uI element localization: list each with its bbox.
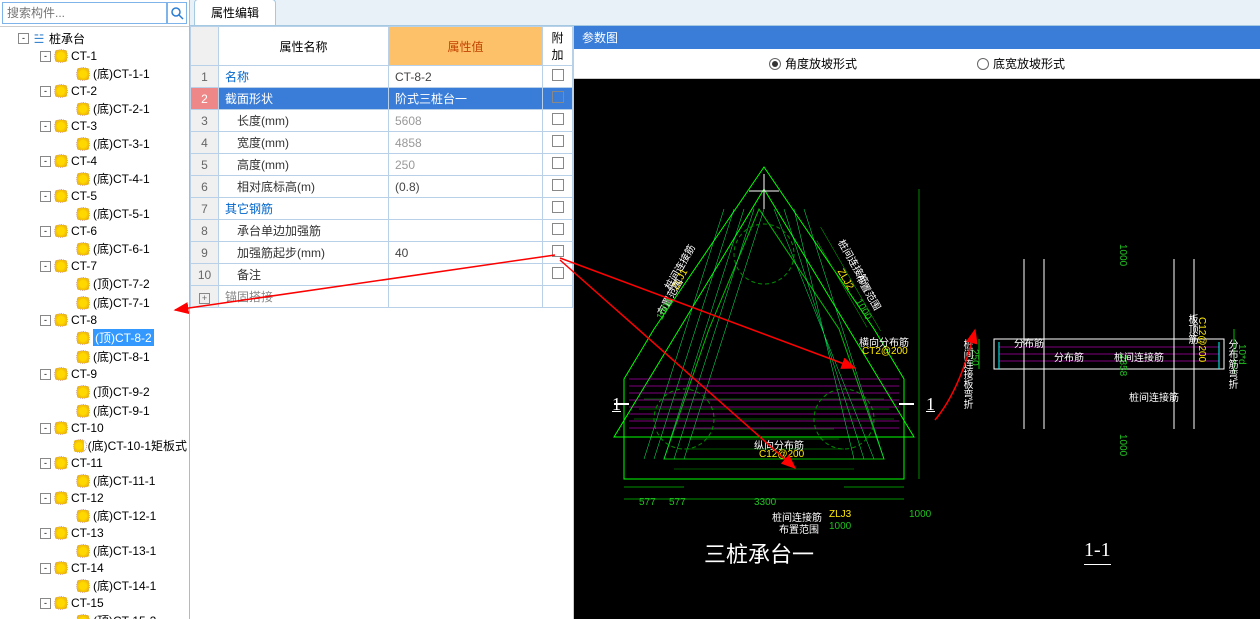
search-bar: [0, 0, 189, 27]
tree-root[interactable]: -☱桩承台: [2, 29, 187, 48]
tree-leaf[interactable]: (顶)CT-9-2: [2, 382, 187, 401]
tree-item[interactable]: -CT-14: [2, 560, 187, 576]
tree-item[interactable]: -CT-11: [2, 455, 187, 471]
diagram-header: 参数图: [574, 26, 1260, 49]
diagram-title-section: 1-1: [1084, 539, 1111, 565]
tree-leaf[interactable]: (底)CT-3-1: [2, 134, 187, 153]
tree-leaf[interactable]: (底)CT-14-1: [2, 576, 187, 595]
tree-item[interactable]: -CT-5: [2, 188, 187, 204]
tree-item[interactable]: -CT-7: [2, 258, 187, 274]
tab-bar: 属性编辑: [190, 0, 1260, 26]
grid-row[interactable]: +锚固搭接: [191, 286, 573, 308]
dim-1000: 1000: [1117, 434, 1128, 456]
radio-bottom-slope[interactable]: 底宽放坡形式: [977, 55, 1065, 72]
tree-item[interactable]: -CT-13: [2, 525, 187, 541]
label-c12-200: C12@200: [759, 449, 804, 460]
tree-item[interactable]: -CT-4: [2, 153, 187, 169]
dim-3300: 3300: [754, 497, 776, 508]
radio-angle-slope[interactable]: 角度放坡形式: [769, 55, 857, 72]
tree-item[interactable]: -CT-10: [2, 420, 187, 436]
tree-leaf[interactable]: (底)CT-10-1矩板式: [2, 436, 187, 455]
dim-577: 577: [669, 497, 686, 508]
tree-leaf[interactable]: (底)CT-12-1: [2, 506, 187, 525]
dim-1000: 1000: [909, 509, 931, 520]
label-pile-connect: 桩间连接筋: [1129, 389, 1179, 404]
section-mark-1: 1: [926, 394, 935, 415]
label-pile-connect: 桩间连接筋: [1114, 349, 1164, 364]
label-fenbu: 分布筋: [1014, 335, 1044, 350]
tab-properties[interactable]: 属性编辑: [194, 0, 276, 25]
label-fenbu: 分布筋: [1054, 349, 1084, 364]
tree-item[interactable]: -CT-12: [2, 490, 187, 506]
grid-row[interactable]: 5高度(mm)250: [191, 154, 573, 176]
grid-row[interactable]: 2截面形状阶式三桩台一: [191, 88, 573, 110]
grid-row[interactable]: 1名称CT-8-2: [191, 66, 573, 88]
grid-row[interactable]: 8承台单边加强筋: [191, 220, 573, 242]
tree-panel: -☱桩承台-CT-1(底)CT-1-1-CT-2(底)CT-2-1-CT-3(底…: [0, 0, 190, 619]
label-bend: 分布筋弯折: [1224, 339, 1239, 389]
tree-leaf[interactable]: (底)CT-2-1: [2, 99, 187, 118]
tree-leaf[interactable]: (底)CT-8-1: [2, 347, 187, 366]
dim-577: 577: [639, 497, 656, 508]
property-grid-panel: 属性名称属性值附加1名称CT-8-22截面形状阶式三桩台一3长度(mm)5608…: [190, 26, 574, 619]
grid-row[interactable]: 10备注: [191, 264, 573, 286]
diagram-canvas[interactable]: 1000 2858 1000 577 577 3300 1000 250 10*…: [574, 79, 1260, 619]
search-icon: [170, 6, 184, 20]
content-area: 属性名称属性值附加1名称CT-8-22截面形状阶式三桩台一3长度(mm)5608…: [190, 26, 1260, 619]
tree-leaf[interactable]: (底)CT-6-1: [2, 239, 187, 258]
right-panel: 属性编辑 属性名称属性值附加1名称CT-8-22截面形状阶式三桩台一3长度(mm…: [190, 0, 1260, 619]
label-bend: 桩间连接板弯折: [959, 339, 974, 409]
tree-item[interactable]: -CT-9: [2, 366, 187, 382]
radio-icon: [769, 58, 781, 70]
search-button[interactable]: [167, 2, 187, 24]
grid-row[interactable]: 6相对底标高(m)(0.8): [191, 176, 573, 198]
section-mark-1: 1: [612, 394, 621, 415]
tree-leaf[interactable]: (底)CT-13-1: [2, 541, 187, 560]
grid-row[interactable]: 3长度(mm)5608: [191, 110, 573, 132]
tree-item[interactable]: -CT-8: [2, 312, 187, 328]
diagram-options: 角度放坡形式 底宽放坡形式: [574, 49, 1260, 79]
search-input[interactable]: [2, 2, 167, 24]
tree-item[interactable]: -CT-3: [2, 118, 187, 134]
tree-leaf[interactable]: (顶)CT-8-2: [2, 328, 187, 347]
tree-item[interactable]: -CT-15: [2, 595, 187, 611]
tree-item[interactable]: -CT-1: [2, 48, 187, 64]
diagram-title-plan: 三桩承台一: [704, 537, 814, 569]
label-ct2-200: CT2@200: [862, 346, 908, 357]
dim-1000: 1000: [829, 521, 851, 532]
grid-row[interactable]: 7其它钢筋: [191, 198, 573, 220]
tree-leaf[interactable]: (底)CT-5-1: [2, 204, 187, 223]
tree-leaf[interactable]: (底)CT-1-1: [2, 64, 187, 83]
tree-item[interactable]: -CT-2: [2, 83, 187, 99]
tree-leaf[interactable]: (顶)CT-7-2: [2, 274, 187, 293]
tree-leaf[interactable]: (底)CT-9-1: [2, 401, 187, 420]
tree-leaf[interactable]: (底)CT-11-1: [2, 471, 187, 490]
radio-icon: [977, 58, 989, 70]
section-view-svg: [974, 229, 1260, 529]
dim-1000: 1000: [1117, 244, 1128, 266]
label-range: 布置范围: [779, 521, 819, 536]
component-tree[interactable]: -☱桩承台-CT-1(底)CT-1-1-CT-2(底)CT-2-1-CT-3(底…: [0, 27, 189, 619]
label-zlj3: ZLJ3: [829, 509, 851, 520]
radio-label: 角度放坡形式: [785, 55, 857, 72]
tree-leaf[interactable]: (底)CT-4-1: [2, 169, 187, 188]
label-c12-200: C12@200: [1196, 317, 1207, 362]
diagram-panel: 参数图 角度放坡形式 底宽放坡形式: [574, 26, 1260, 619]
tree-item[interactable]: -CT-6: [2, 223, 187, 239]
radio-label: 底宽放坡形式: [993, 55, 1065, 72]
tree-leaf[interactable]: (顶)CT-15-2: [2, 611, 187, 619]
grid-row[interactable]: 9加强筋起步(mm)40: [191, 242, 573, 264]
tree-leaf[interactable]: (底)CT-7-1: [2, 293, 187, 312]
grid-row[interactable]: 4宽度(mm)4858: [191, 132, 573, 154]
property-grid[interactable]: 属性名称属性值附加1名称CT-8-22截面形状阶式三桩台一3长度(mm)5608…: [190, 26, 573, 308]
